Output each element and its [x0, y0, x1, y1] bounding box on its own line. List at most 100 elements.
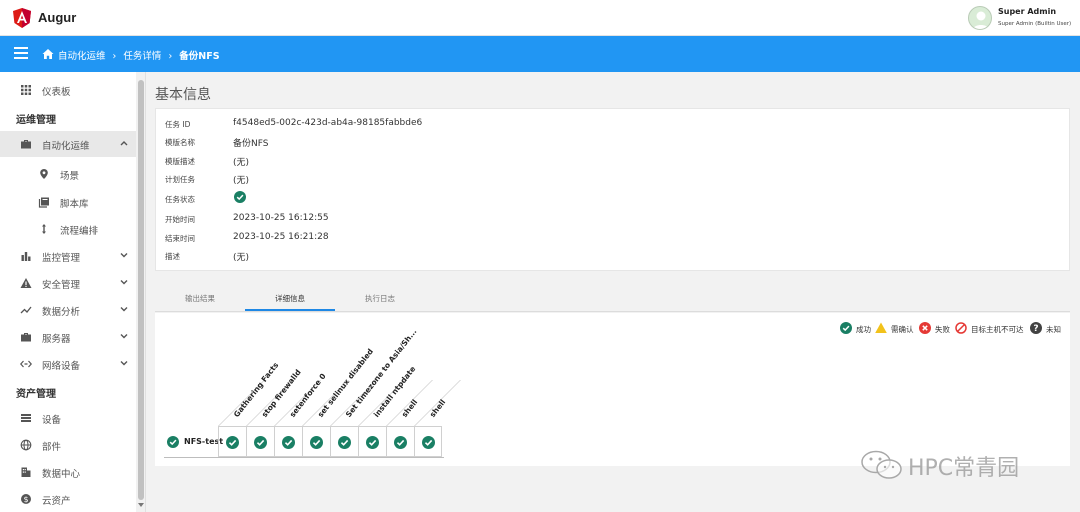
host-status-icon: [167, 436, 179, 448]
breadcrumb-item[interactable]: 自动化运维: [58, 48, 106, 62]
home-icon[interactable]: [42, 48, 54, 60]
sidebar-item-analytics[interactable]: 数据分析: [0, 297, 136, 323]
check-circle-icon: [840, 322, 852, 334]
arrows-vertical-icon: [42, 224, 46, 234]
svg-text:?: ?: [1033, 324, 1038, 334]
check-circle-icon: [394, 436, 407, 449]
sidebar-item-scenes[interactable]: 场景: [0, 161, 136, 187]
legend-label: 目标主机不可达: [971, 325, 1024, 334]
watermark-text: HPC常青园: [908, 456, 1020, 481]
sidebar-item-label: 数据中心: [42, 469, 81, 480]
user-role: Super Admin (Builtin User): [998, 21, 1072, 27]
info-value-start-time: 2023-10-25 16:12:55: [233, 213, 329, 223]
sidebar-item-label: 脚本库: [60, 199, 89, 210]
check-circle-icon: [366, 436, 379, 449]
chevron-down-icon: [120, 280, 128, 285]
grid-cell-6[interactable]: [358, 426, 386, 457]
angular-logo: [13, 8, 31, 28]
sidebar-item-devices[interactable]: 设备: [0, 405, 136, 431]
sidebar: 仪表板 运维管理 自动化运维 场景 脚本库 流程编排 监控管理 安全管理 数据分…: [0, 72, 146, 512]
chevron-down-icon: [120, 361, 128, 366]
page-title: 基本信息: [155, 87, 211, 103]
sidebar-item-automation[interactable]: 自动化运维: [0, 131, 136, 157]
wechat-icon: [861, 450, 902, 479]
sidebar-item-servers[interactable]: 服务器: [0, 324, 136, 350]
svg-text:$: $: [23, 495, 28, 504]
basic-info-card: [155, 108, 1070, 271]
sidebar-item-label: 部件: [42, 442, 62, 453]
warning-triangle-icon: [875, 322, 887, 333]
info-label-description: 描述: [165, 252, 180, 261]
tab-details[interactable]: 详细信息: [245, 293, 335, 304]
grid-cell-8[interactable]: [414, 426, 442, 457]
sidebar-item-label: 仪表板: [42, 87, 71, 98]
sidebar-item-dashboard[interactable]: 仪表板: [0, 77, 136, 103]
check-circle-icon: [422, 436, 435, 449]
grid-cell-7[interactable]: [386, 426, 414, 457]
warning-icon: [20, 278, 32, 288]
info-value-schedule: (无): [233, 176, 250, 186]
book-icon: [38, 197, 49, 208]
sidebar-item-label: 网络设备: [42, 361, 81, 372]
info-value-description: (无): [233, 253, 250, 263]
legend-label: 未知: [1046, 325, 1061, 334]
chevron-down-icon: [120, 253, 128, 258]
grid-icon: [21, 85, 31, 95]
info-value-end-time: 2023-10-25 16:21:28: [233, 232, 329, 242]
grid-cell-3[interactable]: [274, 426, 302, 457]
app-name: Augur: [38, 10, 77, 25]
sidebar-section-ops: 运维管理: [16, 115, 56, 126]
sidebar-item-scripts[interactable]: 脚本库: [0, 189, 136, 215]
breadcrumb-separator: ›: [168, 51, 173, 62]
grid-cell-1[interactable]: [218, 426, 246, 457]
grid-cell-5[interactable]: [330, 426, 358, 457]
watermark: HPC常青园: [860, 450, 1060, 481]
sidebar-item-workflow[interactable]: 流程编排: [0, 216, 136, 242]
top-bar: Augur Super Admin Super Admin (Builtin U…: [0, 0, 1080, 36]
scrollbar-thumb[interactable]: [138, 80, 144, 500]
sidebar-item-cloud-assets[interactable]: $ 云资产: [0, 486, 136, 512]
sidebar-item-label: 数据分析: [42, 307, 81, 318]
menu-icon[interactable]: [14, 47, 28, 61]
trend-line-icon: [20, 306, 32, 314]
scroll-down-arrow-icon[interactable]: [138, 503, 144, 507]
info-label-task-id: 任务 ID: [165, 120, 191, 129]
sidebar-item-monitoring[interactable]: 监控管理: [0, 243, 136, 269]
breadcrumb-current: 备份NFS: [179, 51, 220, 62]
tab-execution-log[interactable]: 执行日志: [335, 293, 425, 304]
info-label-status: 任务状态: [165, 195, 195, 204]
tab-output[interactable]: 输出结果: [155, 293, 245, 304]
info-label-start-time: 开始时间: [165, 215, 195, 224]
legend-label: 成功: [856, 325, 871, 334]
status-success-icon: [234, 191, 246, 203]
sidebar-item-label: 流程编排: [60, 226, 99, 237]
info-label-template-name: 模版名称: [165, 138, 195, 147]
dollar-circle-icon: $: [21, 494, 31, 504]
bar-chart-icon: [21, 252, 31, 261]
grid-cell-4[interactable]: [302, 426, 330, 457]
sidebar-item-label: 服务器: [42, 334, 71, 345]
chevron-up-icon: [120, 141, 128, 146]
building-icon: [21, 467, 31, 477]
active-tab-indicator: [245, 309, 335, 311]
sidebar-item-network[interactable]: 网络设备: [0, 351, 136, 377]
user-name[interactable]: Super Admin: [998, 7, 1056, 16]
grid-cell-2[interactable]: [246, 426, 274, 457]
sidebar-item-security[interactable]: 安全管理: [0, 270, 136, 296]
check-circle-icon: [310, 436, 323, 449]
question-circle-icon: ?: [1030, 322, 1042, 334]
sidebar-item-label: 设备: [42, 415, 62, 426]
sidebar-item-components[interactable]: 部件: [0, 432, 136, 458]
info-label-schedule: 计划任务: [165, 175, 195, 184]
sidebar-scrollbar[interactable]: [136, 72, 145, 512]
info-label-end-time: 结束时间: [165, 234, 195, 243]
briefcase-icon: [21, 333, 31, 342]
unreachable-icon: [955, 322, 967, 334]
sidebar-item-datacenter[interactable]: 数据中心: [0, 459, 136, 485]
check-circle-icon: [282, 436, 295, 449]
avatar[interactable]: [968, 6, 992, 30]
breadcrumb-item[interactable]: 任务详情: [123, 48, 161, 62]
sidebar-item-label: 监控管理: [42, 253, 81, 264]
grid-row-divider: [164, 457, 444, 458]
x-circle-icon: [919, 322, 931, 334]
